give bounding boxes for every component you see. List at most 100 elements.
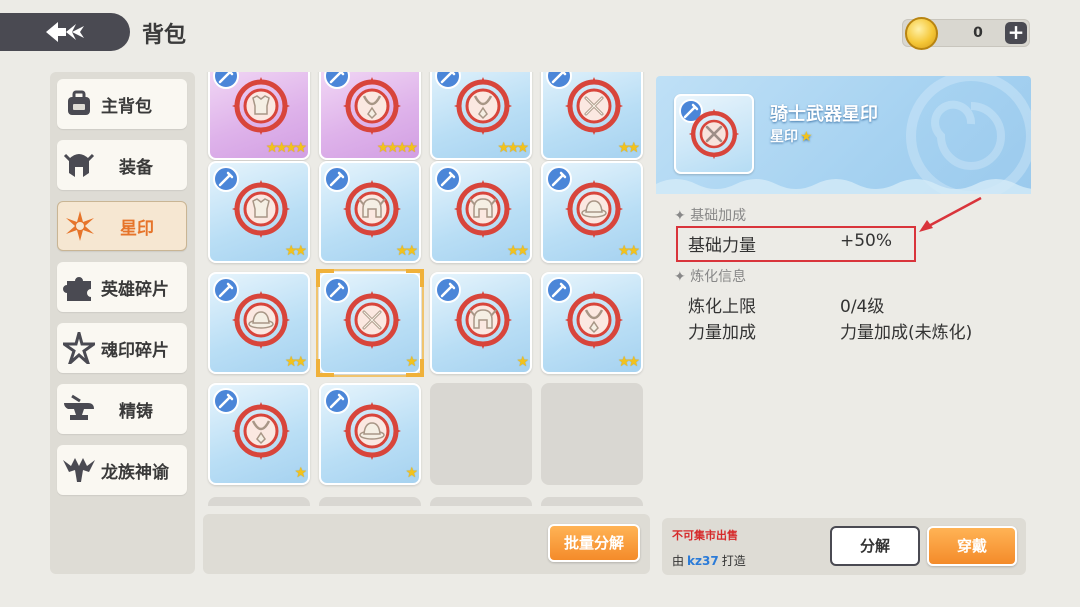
star-burst-icon bbox=[58, 204, 102, 248]
sidebar-item-5[interactable]: 精铸 bbox=[57, 384, 187, 434]
selection-corner bbox=[316, 269, 334, 287]
section-marker-icon: ✦ bbox=[674, 269, 686, 285]
gold-coin-icon bbox=[905, 17, 938, 50]
star-rating: ★★★★ bbox=[265, 140, 307, 156]
helmet-emblem-icon bbox=[453, 179, 513, 243]
base-stat-value: +50% bbox=[840, 231, 893, 251]
sidebar-item-label: 魂印碎片 bbox=[101, 340, 169, 361]
selection-corner bbox=[406, 269, 424, 287]
necklace-emblem-icon bbox=[231, 401, 291, 465]
helmet-emblem-icon bbox=[453, 290, 513, 354]
star-rating: ★★ bbox=[506, 243, 529, 259]
item-slot[interactable]: ★★ bbox=[541, 272, 643, 374]
back-arrow-icon bbox=[46, 22, 84, 42]
star-rating: ★★ bbox=[617, 140, 640, 156]
armor-emblem-icon bbox=[231, 179, 291, 243]
empty-slot bbox=[208, 497, 310, 506]
empty-slot bbox=[541, 497, 643, 506]
necklace-emblem-icon bbox=[564, 290, 624, 354]
helmet-emblem-icon bbox=[342, 179, 402, 243]
refine-limit-value: 0/4级 bbox=[840, 297, 885, 317]
star-rating: ★★ bbox=[284, 243, 307, 259]
item-slot[interactable]: ★ bbox=[319, 383, 421, 485]
power-bonus-value: 力量加成(未炼化) bbox=[840, 323, 973, 343]
sidebar-item-0[interactable]: 主背包 bbox=[57, 79, 187, 129]
selection-frame bbox=[316, 269, 424, 377]
sidebar-item-6[interactable]: 龙族神谕 bbox=[57, 445, 187, 495]
puzzle-icon bbox=[57, 265, 101, 309]
section-base: ✦ 基础加成 bbox=[674, 205, 746, 225]
star-icon: ★ bbox=[800, 129, 813, 145]
item-slot[interactable]: ★★★★ bbox=[319, 72, 421, 160]
base-stat-label: 基础力量 bbox=[688, 236, 756, 256]
selection-corner bbox=[406, 359, 424, 377]
selection-corner bbox=[316, 359, 334, 377]
decompose-button[interactable]: 分解 bbox=[830, 526, 920, 566]
power-bonus-label: 力量加成 bbox=[688, 323, 756, 343]
no-trade-notice: 不可集市出售 bbox=[672, 529, 738, 542]
currency-display: 0 + bbox=[902, 17, 1030, 50]
swords-emblem-icon bbox=[564, 76, 624, 140]
sidebar-item-4[interactable]: 魂印碎片 bbox=[57, 323, 187, 373]
item-detail-header: 骑士武器星印 星印 ★ bbox=[656, 76, 1031, 194]
item-slot[interactable]: ★★ bbox=[208, 272, 310, 374]
star-rating: ★★ bbox=[284, 354, 307, 370]
item-slot[interactable]: ★ bbox=[430, 272, 532, 374]
item-type: 星印 ★ bbox=[770, 126, 813, 146]
hat-emblem-icon bbox=[342, 401, 402, 465]
item-grid: ★★★★ ★★★★ ★★★ ★★ ★★ ★★ ★★ ★★ ★★ ★ ★ ★★ ★ ★ bbox=[203, 72, 650, 506]
star-rating: ★★ bbox=[617, 354, 640, 370]
item-slot[interactable]: ★★ bbox=[319, 161, 421, 263]
sidebar-item-1[interactable]: 装备 bbox=[57, 140, 187, 190]
spiky-star-icon bbox=[57, 326, 101, 370]
sidebar-item-2[interactable]: 星印 bbox=[57, 201, 187, 251]
page-title: 背包 bbox=[142, 23, 187, 48]
section-refine-label: 炼化信息 bbox=[690, 269, 747, 285]
anvil-icon bbox=[57, 387, 101, 431]
maker-name[interactable]: kz37 bbox=[687, 554, 719, 568]
sidebar-item-3[interactable]: 英雄碎片 bbox=[57, 262, 187, 312]
star-rating: ★★★ bbox=[497, 140, 529, 156]
item-slot[interactable]: ★★ bbox=[430, 161, 532, 263]
star-rating: ★ bbox=[516, 354, 528, 370]
sidebar-item-label: 英雄碎片 bbox=[101, 279, 169, 300]
coin-value: 0 bbox=[973, 25, 983, 41]
add-currency-button[interactable]: + bbox=[1005, 22, 1027, 44]
star-rating: ★★ bbox=[617, 243, 640, 259]
item-slot[interactable]: ★★ bbox=[208, 161, 310, 263]
refine-limit-label: 炼化上限 bbox=[688, 297, 756, 317]
sidebar-item-label: 主背包 bbox=[101, 96, 152, 117]
item-slot[interactable]: ★★★ bbox=[430, 72, 532, 160]
armor-emblem-icon bbox=[231, 76, 291, 140]
empty-slot bbox=[430, 383, 532, 485]
batch-decompose-button[interactable]: 批量分解 bbox=[548, 524, 640, 562]
backpack-icon bbox=[57, 82, 101, 126]
back-button[interactable] bbox=[0, 13, 130, 51]
star-rating: ★★ bbox=[395, 243, 418, 259]
sidebar-item-label: 龙族神谕 bbox=[101, 462, 169, 483]
item-slot[interactable]: ★ bbox=[208, 383, 310, 485]
grid-footer: 批量分解 bbox=[203, 514, 650, 574]
sidebar-item-label: 星印 bbox=[120, 218, 154, 239]
item-slot[interactable]: ★★ bbox=[541, 161, 643, 263]
empty-slot bbox=[541, 383, 643, 485]
maker-suffix: 打造 bbox=[721, 554, 746, 568]
sidebar-item-label: 精铸 bbox=[119, 401, 153, 422]
maker-info: 由 kz37 打造 bbox=[672, 552, 746, 569]
star-rating: ★★★★ bbox=[376, 140, 418, 156]
item-name: 骑士武器星印 bbox=[770, 104, 878, 125]
sidebar-item-label: 装备 bbox=[119, 157, 153, 178]
section-base-label: 基础加成 bbox=[690, 208, 747, 224]
section-marker-icon: ✦ bbox=[674, 208, 686, 224]
section-refine: ✦ 炼化信息 bbox=[674, 266, 746, 286]
empty-slot bbox=[430, 497, 532, 506]
equip-button[interactable]: 穿戴 bbox=[927, 526, 1017, 566]
hat-emblem-icon bbox=[564, 179, 624, 243]
item-type-label: 星印 bbox=[770, 129, 798, 145]
annotation-arrow-icon bbox=[919, 196, 982, 232]
star-rating: ★ bbox=[294, 465, 306, 481]
item-slot[interactable]: ★★ bbox=[541, 72, 643, 160]
necklace-emblem-icon bbox=[342, 76, 402, 140]
helmet-icon bbox=[57, 143, 101, 187]
item-slot[interactable]: ★★★★ bbox=[208, 72, 310, 160]
